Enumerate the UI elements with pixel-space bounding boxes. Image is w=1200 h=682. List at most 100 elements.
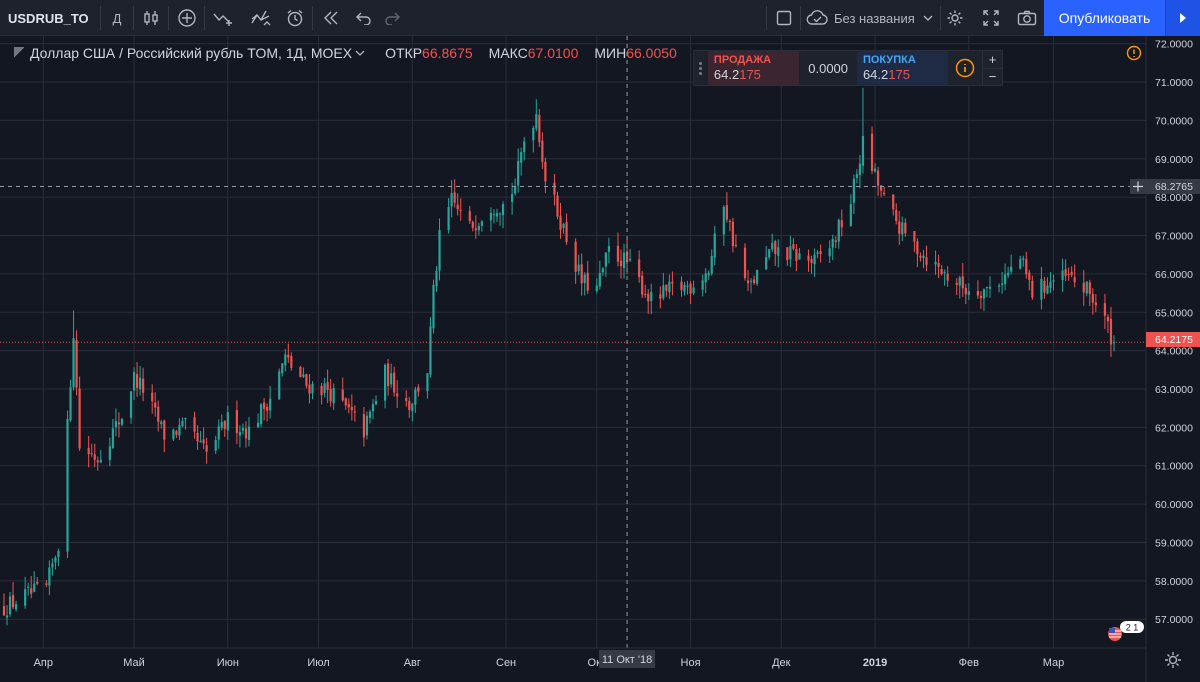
candle-body bbox=[93, 454, 96, 460]
candle-body bbox=[284, 354, 287, 366]
price-tick-label: 70.0000 bbox=[1155, 115, 1193, 127]
price-tick-label: 62.0000 bbox=[1155, 422, 1193, 434]
buy-button[interactable]: ПОКУПКА 64.2175 bbox=[856, 51, 949, 85]
candle-body bbox=[1043, 280, 1046, 293]
candle-body bbox=[1088, 282, 1091, 294]
candle-body bbox=[662, 285, 665, 299]
candle-body bbox=[414, 389, 417, 405]
candle-body bbox=[1046, 285, 1049, 294]
candle-body bbox=[305, 374, 308, 386]
candle-body bbox=[1031, 280, 1034, 298]
candle-body bbox=[828, 248, 831, 257]
currency-flags-badge[interactable]: 2 1 bbox=[1108, 621, 1144, 641]
candle-body bbox=[689, 283, 692, 294]
legend-open-value: 66.8675 bbox=[422, 45, 473, 61]
candle-body bbox=[350, 407, 353, 411]
candle-body bbox=[492, 214, 496, 216]
candle-body bbox=[798, 253, 801, 260]
candle-body bbox=[432, 284, 435, 329]
candle-body bbox=[583, 274, 586, 284]
candle-body bbox=[786, 247, 789, 261]
candle-body bbox=[96, 460, 99, 463]
candle-body bbox=[353, 411, 356, 413]
candle-body bbox=[816, 252, 819, 255]
candle-body bbox=[57, 550, 60, 558]
candle-body bbox=[14, 604, 18, 610]
candle-body bbox=[943, 271, 946, 273]
candle-body bbox=[290, 356, 293, 368]
candle-body bbox=[559, 215, 562, 230]
sell-button[interactable]: ПРОДАЖА 64.2175 bbox=[707, 51, 800, 85]
crosshair-plus-icon[interactable] bbox=[1130, 179, 1146, 194]
price-tick-label: 69.0000 bbox=[1155, 154, 1193, 166]
candle-body bbox=[323, 383, 326, 394]
candle-body bbox=[1022, 258, 1025, 260]
candle-body bbox=[302, 374, 305, 377]
candle-body bbox=[532, 127, 535, 141]
candle-body bbox=[108, 446, 111, 461]
candle-body bbox=[1000, 283, 1004, 285]
candle-body bbox=[223, 420, 226, 429]
last-price-text: 64.2175 bbox=[1155, 334, 1193, 346]
candle-body bbox=[111, 428, 114, 449]
candle-body bbox=[269, 398, 272, 411]
candle-body bbox=[937, 263, 940, 267]
candle-body bbox=[1094, 302, 1097, 306]
candle-body bbox=[831, 239, 834, 248]
candle-body bbox=[616, 245, 620, 262]
candle-body bbox=[752, 279, 756, 283]
candle-body bbox=[565, 222, 568, 242]
candle-body bbox=[771, 242, 774, 250]
info-icon[interactable] bbox=[948, 51, 982, 85]
candle-body bbox=[556, 195, 559, 217]
warning-icon[interactable] bbox=[1126, 45, 1142, 61]
candle-body bbox=[287, 354, 290, 358]
candle-body bbox=[1004, 274, 1007, 285]
price-tick-label: 57.0000 bbox=[1155, 614, 1193, 626]
candle-body bbox=[577, 264, 580, 272]
candle-body bbox=[964, 287, 967, 295]
candle-body bbox=[36, 581, 39, 584]
candle-body bbox=[1106, 316, 1110, 322]
candle-body bbox=[731, 221, 735, 247]
increase-button[interactable]: + bbox=[983, 51, 1002, 68]
candle-body bbox=[214, 440, 217, 451]
candle-body bbox=[51, 563, 54, 568]
candle-body bbox=[163, 420, 166, 440]
crosshair-price-label: 68.2765 bbox=[1146, 179, 1200, 194]
candle-body bbox=[139, 377, 142, 390]
decrease-button[interactable]: − bbox=[983, 67, 1002, 86]
candle-body bbox=[489, 212, 493, 221]
candle-body bbox=[371, 404, 375, 412]
candle-body bbox=[777, 247, 780, 257]
candle-body bbox=[244, 428, 248, 439]
candle-body bbox=[78, 388, 81, 449]
drag-handle[interactable] bbox=[694, 51, 708, 85]
candle-body bbox=[598, 273, 601, 287]
price-tick-label: 63.0000 bbox=[1155, 384, 1193, 396]
candle-body bbox=[1070, 271, 1073, 276]
candle-body bbox=[919, 255, 922, 258]
candle-body bbox=[807, 255, 810, 261]
candle-body bbox=[132, 371, 136, 391]
time-tick-label: 2019 bbox=[863, 657, 887, 669]
candle-body bbox=[586, 272, 589, 291]
candle-body bbox=[913, 231, 916, 242]
candle-body bbox=[438, 230, 441, 271]
candle-body bbox=[220, 422, 223, 428]
sell-label: ПРОДАЖА bbox=[713, 54, 772, 66]
legend-low-value: 66.0050 bbox=[626, 45, 677, 61]
candle-body bbox=[523, 141, 526, 153]
candle-body bbox=[405, 397, 408, 401]
legend-title[interactable]: Доллар США / Российский рубль TOM, 1Д, M… bbox=[30, 45, 352, 61]
candle-body bbox=[925, 257, 928, 265]
legend-color-marker bbox=[14, 47, 24, 59]
legend-chevron-down-icon[interactable] bbox=[355, 49, 365, 57]
candle-body bbox=[849, 204, 852, 227]
candle-body bbox=[958, 277, 961, 286]
buy-label: ПОКУПКА bbox=[862, 54, 916, 66]
buy-price: 64.2175 bbox=[862, 67, 910, 82]
candle-body bbox=[426, 373, 429, 392]
candle-body bbox=[247, 426, 251, 440]
price-chart[interactable]: 72.000071.000070.000069.000068.000067.00… bbox=[0, 0, 1200, 682]
